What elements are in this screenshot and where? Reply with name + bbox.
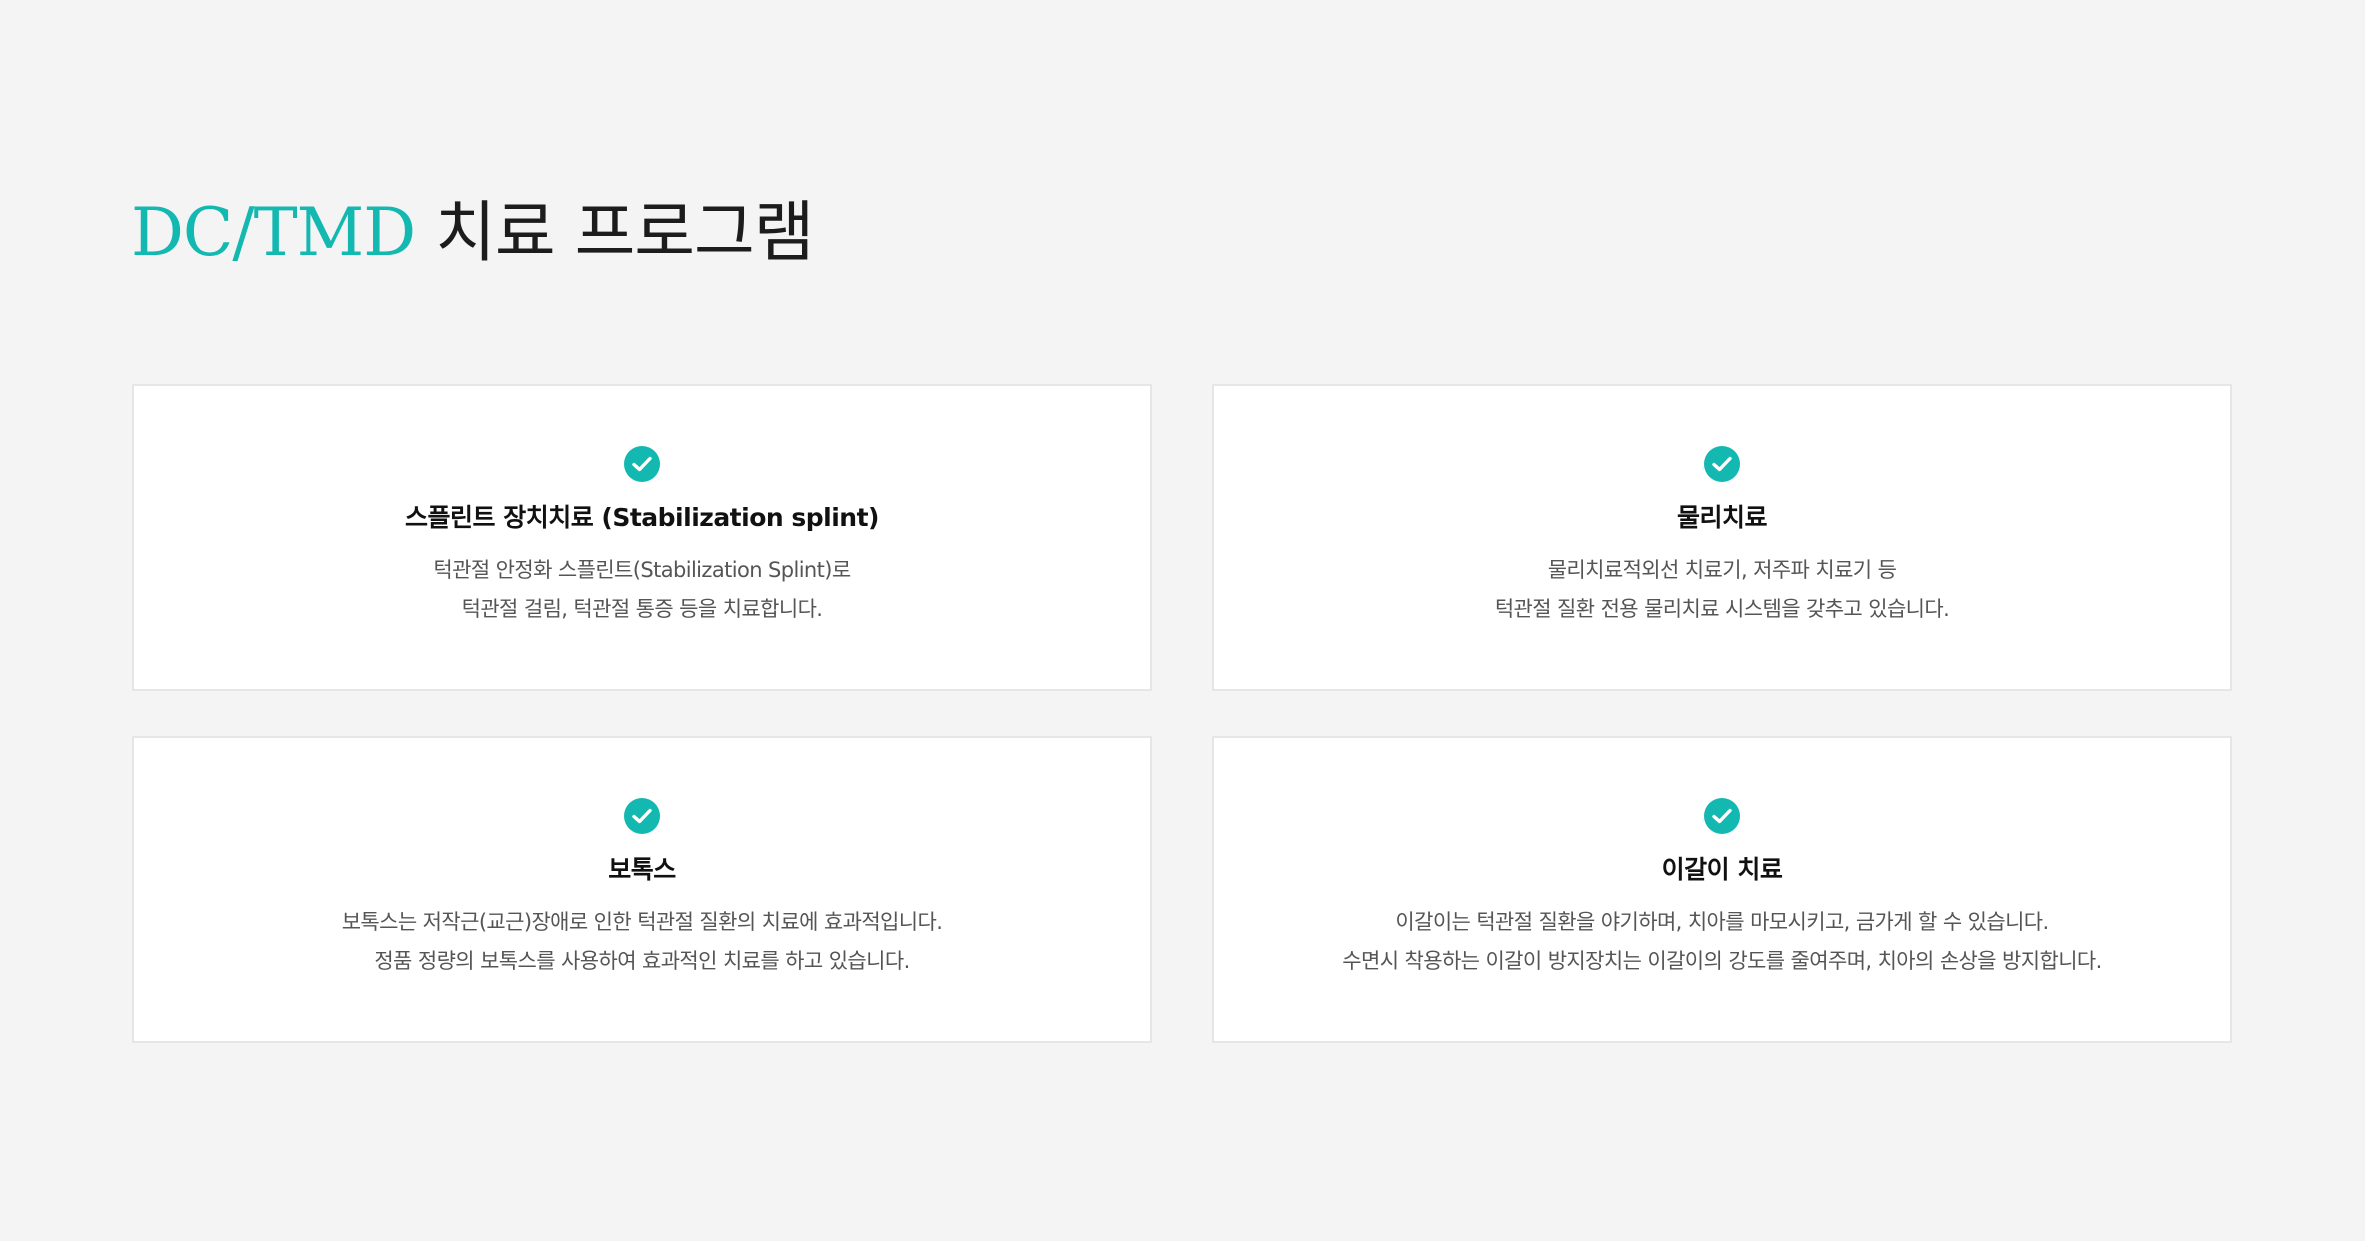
- program-card-bruxism: 이갈이 치료 이갈이는 턱관절 질환을 야기하며, 치아를 마모시키고, 금가게…: [1212, 736, 2232, 1043]
- check-circle-icon: [1704, 798, 1740, 834]
- page-title-accent: DC/TMD: [131, 194, 416, 271]
- card-description-line: 턱관절 걸림, 턱관절 통증 등을 치료합니다.: [461, 596, 823, 621]
- program-card-physical-therapy: 물리치료 물리치료적외선 치료기, 저주파 치료기 등 턱관절 질환 전용 물리…: [1212, 384, 2232, 691]
- card-description: 보톡스는 저작근(교근)장애로 인한 턱관절 질환의 치료에 효과적입니다. 정…: [342, 903, 943, 981]
- card-description-line: 턱관절 안정화 스플린트(Stabilization Splint)로: [433, 557, 851, 582]
- card-description-line: 수면시 착용하는 이갈이 방지장치는 이갈이의 강도를 줄여주며, 치아의 손상…: [1342, 948, 2102, 973]
- page-title-text: 치료 프로그램: [435, 194, 814, 271]
- card-description: 턱관절 안정화 스플린트(Stabilization Splint)로 턱관절 …: [433, 551, 851, 629]
- program-card-botox: 보톡스 보톡스는 저작근(교근)장애로 인한 턱관절 질환의 치료에 효과적입니…: [132, 736, 1152, 1043]
- card-title: 보톡스: [608, 855, 676, 884]
- page-title: DC/TMD 치료 프로그램: [131, 200, 814, 266]
- program-card-grid: 스플린트 장치치료 (Stabilization splint) 턱관절 안정화…: [132, 384, 2232, 1043]
- card-description-line: 보톡스는 저작근(교근)장애로 인한 턱관절 질환의 치료에 효과적입니다.: [341, 909, 943, 934]
- check-circle-icon: [1704, 446, 1740, 482]
- card-description-line: 물리치료적외선 치료기, 저주파 치료기 등: [1547, 557, 1897, 582]
- card-description: 이갈이는 턱관절 질환을 야기하며, 치아를 마모시키고, 금가게 할 수 있습…: [1342, 903, 2102, 981]
- card-title: 물리치료: [1676, 503, 1768, 532]
- card-description-line: 이갈이는 턱관절 질환을 야기하며, 치아를 마모시키고, 금가게 할 수 있습…: [1395, 909, 2049, 934]
- check-circle-icon: [624, 798, 660, 834]
- card-description-line: 턱관절 질환 전용 물리치료 시스템을 갖추고 있습니다.: [1494, 596, 1950, 621]
- card-description: 물리치료적외선 치료기, 저주파 치료기 등 턱관절 질환 전용 물리치료 시스…: [1494, 551, 1950, 629]
- card-title: 스플린트 장치치료 (Stabilization splint): [405, 503, 879, 532]
- card-title: 이갈이 치료: [1661, 855, 1783, 884]
- program-card-splint: 스플린트 장치치료 (Stabilization splint) 턱관절 안정화…: [132, 384, 1152, 691]
- check-circle-icon: [624, 446, 660, 482]
- card-description-line: 정품 정량의 보톡스를 사용하여 효과적인 치료를 하고 있습니다.: [374, 948, 910, 973]
